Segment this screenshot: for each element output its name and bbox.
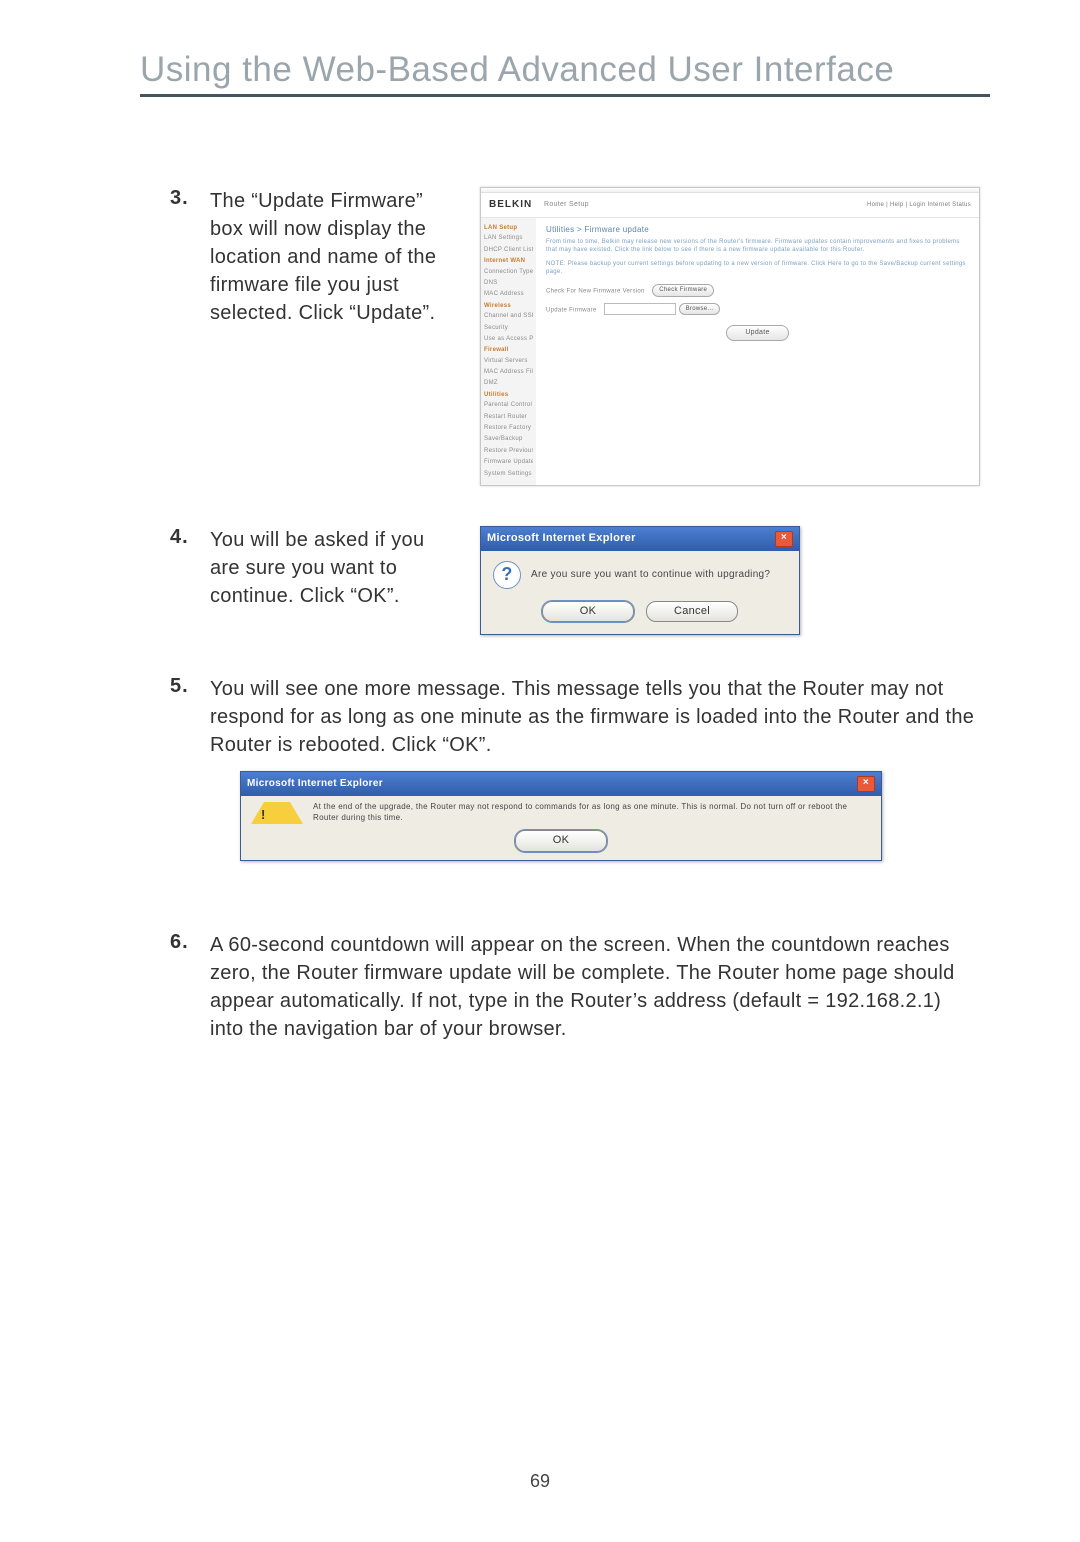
ie-confirm-dialog: Microsoft Internet Explorer × ? Are you … (480, 526, 800, 635)
page-number: 69 (0, 1471, 1080, 1492)
sidebar-item[interactable]: Firmware Update (484, 458, 533, 466)
sidebar-item[interactable]: Channel and SSID (484, 312, 533, 320)
sidebar-item[interactable]: Use as Access Pt (484, 335, 533, 343)
sidebar-item[interactable]: Virtual Servers (484, 357, 533, 365)
step-number: 6. (170, 931, 210, 954)
update-button[interactable]: Update (726, 325, 788, 341)
step-6: 6. A 60-second countdown will appear on … (170, 931, 980, 1043)
check-firmware-row: Check For New Firmware Version Check Fir… (546, 284, 969, 296)
belkin-topright: Home | Help | Login Internet Status (867, 201, 971, 209)
sidebar-item[interactable]: DNS (484, 279, 533, 287)
sidebar-item[interactable]: Parental Control (484, 401, 533, 409)
close-icon[interactable]: × (775, 531, 793, 547)
dialog-message: Are you sure you want to continue with u… (531, 568, 770, 582)
belkin-admin-screenshot: BELKIN Router Setup Home | Help | Login … (480, 187, 980, 486)
sidebar-item[interactable]: Connection Type (484, 268, 533, 276)
belkin-main: Utilities > Firmware update From time to… (536, 218, 979, 485)
step-text: You will be asked if you are sure you wa… (210, 526, 460, 610)
belkin-paragraph: From time to time, Belkin may release ne… (546, 239, 969, 255)
step-4: 4. You will be asked if you are sure you… (170, 526, 980, 635)
sidebar-item[interactable]: DMZ (484, 379, 533, 387)
dialog-title: Microsoft Internet Explorer (487, 531, 636, 546)
warning-icon (251, 802, 303, 824)
firmware-path-input[interactable] (604, 303, 676, 315)
steps-list: 3. The “Update Firmware” box will now di… (140, 167, 990, 1043)
step-number: 5. (170, 675, 210, 698)
update-firmware-row: Update Firmware Browse... (546, 303, 969, 315)
update-button-row: Update (546, 325, 969, 341)
sidebar-item[interactable]: DHCP Client List (484, 246, 533, 254)
belkin-sidebar: LAN Setup LAN Settings DHCP Client List … (481, 218, 536, 485)
update-firmware-label: Update Firmware (546, 307, 597, 313)
dialog-message: At the end of the upgrade, the Router ma… (313, 802, 871, 823)
sidebar-heading: Utilities (484, 391, 533, 399)
step-3: 3. The “Update Firmware” box will now di… (170, 187, 980, 486)
sidebar-item[interactable]: System Settings (484, 470, 533, 478)
close-icon[interactable]: × (857, 776, 875, 792)
sidebar-heading: LAN Setup (484, 224, 533, 232)
sidebar-item[interactable]: LAN Settings (484, 234, 533, 242)
sidebar-item[interactable]: MAC Address (484, 290, 533, 298)
browse-button[interactable]: Browse... (679, 303, 721, 315)
step-text: You will see one more message. This mess… (210, 675, 980, 759)
sidebar-heading: Internet WAN (484, 257, 533, 265)
sidebar-heading: Wireless (484, 302, 533, 310)
dialog-titlebar: Microsoft Internet Explorer × (481, 527, 799, 551)
sidebar-item[interactable]: MAC Address Filter (484, 368, 533, 376)
page-title: Using the Web-Based Advanced User Interf… (140, 50, 990, 90)
sidebar-item[interactable]: Save/Backup (484, 435, 533, 443)
step-number: 4. (170, 526, 210, 549)
sidebar-item[interactable]: Security (484, 324, 533, 332)
step-text: A 60-second countdown will appear on the… (210, 931, 980, 1043)
dialog-title: Microsoft Internet Explorer (247, 777, 383, 791)
belkin-section-title: Utilities > Firmware update (546, 224, 969, 235)
step-text: The “Update Firmware” box will now displ… (210, 187, 460, 327)
sidebar-item[interactable]: Restart Router (484, 413, 533, 421)
sidebar-item[interactable]: Restore Previous (484, 447, 533, 455)
title-rule: Using the Web-Based Advanced User Interf… (140, 50, 990, 97)
sidebar-item[interactable]: Restore Factory (484, 424, 533, 432)
check-firmware-button[interactable]: Check Firmware (652, 284, 714, 296)
question-icon: ? (493, 561, 521, 589)
ok-button[interactable]: OK (515, 830, 607, 851)
ie-info-dialog: Microsoft Internet Explorer × At the end… (240, 771, 882, 860)
belkin-note: NOTE: Please backup your current setting… (546, 261, 969, 277)
step-5: 5. You will see one more message. This m… (170, 675, 980, 890)
dialog-titlebar: Microsoft Internet Explorer × (241, 772, 881, 796)
belkin-logo: BELKIN (489, 198, 544, 212)
cancel-button[interactable]: Cancel (646, 601, 738, 622)
check-firmware-label: Check For New Firmware Version (546, 289, 645, 295)
document-page: Using the Web-Based Advanced User Interf… (0, 0, 1080, 1542)
sidebar-heading: Firewall (484, 346, 533, 354)
ok-button[interactable]: OK (542, 601, 634, 622)
belkin-header: BELKIN Router Setup Home | Help | Login … (481, 193, 979, 218)
belkin-product: Router Setup (544, 200, 589, 210)
step-number: 3. (170, 187, 210, 210)
